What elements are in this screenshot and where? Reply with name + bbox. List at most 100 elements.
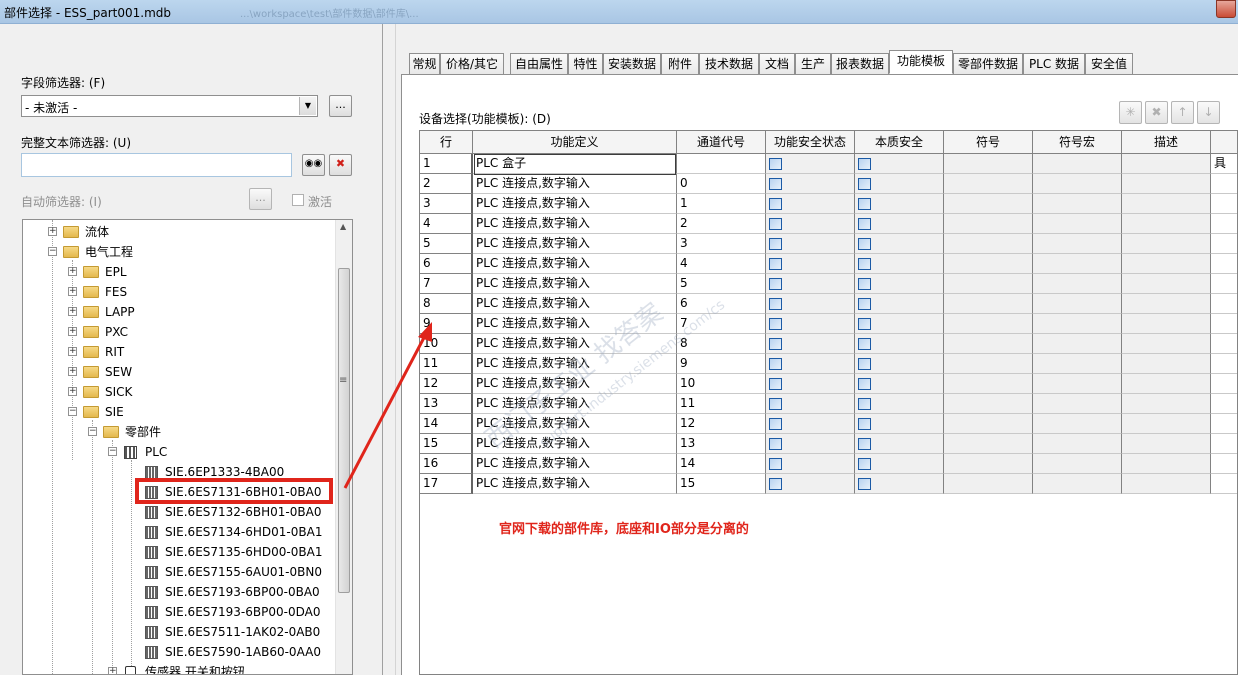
grid-row-header[interactable]: 9 <box>420 314 473 334</box>
grid-row-header[interactable]: 5 <box>420 234 473 254</box>
tab-accessories[interactable]: 附件 <box>661 53 699 74</box>
grid-header-cell[interactable]: 描述 <box>1122 131 1211 154</box>
grid-cell-function[interactable]: PLC 连接点,数字输入 <box>473 234 677 254</box>
grid-row-header[interactable]: 16 <box>420 454 473 474</box>
expand-icon[interactable]: + <box>68 387 77 396</box>
grid-cell-safety-state[interactable] <box>766 434 855 454</box>
grid-cell-intrinsic-safety[interactable] <box>855 454 944 474</box>
expand-icon[interactable]: + <box>108 667 117 674</box>
grid-cell-intrinsic-safety[interactable] <box>855 414 944 434</box>
safety-state-checkbox[interactable] <box>769 398 782 410</box>
grid-cell-symbol[interactable] <box>944 334 1033 354</box>
tree-item[interactable]: − 零部件 <box>23 422 333 442</box>
grid-cell-description[interactable] <box>1122 394 1211 414</box>
grid-cell-description[interactable] <box>1122 254 1211 274</box>
grid-cell-channel[interactable]: 9 <box>677 354 766 374</box>
grid-cell-description[interactable] <box>1122 474 1211 494</box>
grid-header-cell[interactable] <box>1211 131 1237 154</box>
intrinsic-safety-checkbox[interactable] <box>858 278 871 290</box>
grid-cell-intrinsic-safety[interactable] <box>855 434 944 454</box>
grid-cell-function[interactable]: PLC 连接点,数字输入 <box>473 174 677 194</box>
grid-cell-channel[interactable] <box>677 154 766 174</box>
grid-cell-extra[interactable] <box>1211 434 1237 454</box>
grid-cell-description[interactable] <box>1122 374 1211 394</box>
auto-filter-more-button[interactable]: ... <box>249 188 272 210</box>
intrinsic-safety-checkbox[interactable] <box>858 198 871 210</box>
grid-cell-function[interactable]: PLC 连接点,数字输入 <box>473 334 677 354</box>
grid-cell-safety-state[interactable] <box>766 194 855 214</box>
tab-report-data[interactable]: 报表数据 <box>831 53 889 74</box>
grid-cell-intrinsic-safety[interactable] <box>855 174 944 194</box>
tree-item[interactable]: + FES <box>23 282 333 302</box>
tree-item[interactable]: SIE.6ES7511-1AK02-0AB0 <box>23 622 333 642</box>
splitter[interactable] <box>382 24 396 675</box>
grid-cell-symbol[interactable] <box>944 434 1033 454</box>
intrinsic-safety-checkbox[interactable] <box>858 258 871 270</box>
grid-cell-channel[interactable]: 10 <box>677 374 766 394</box>
collapse-icon[interactable]: − <box>68 407 77 416</box>
tree-item[interactable]: + SICK <box>23 382 333 402</box>
grid-cell-description[interactable] <box>1122 314 1211 334</box>
grid-cell-safety-state[interactable] <box>766 374 855 394</box>
grid-cell-intrinsic-safety[interactable] <box>855 214 944 234</box>
intrinsic-safety-checkbox[interactable] <box>858 218 871 230</box>
grid-cell-extra[interactable] <box>1211 174 1237 194</box>
grid-cell-symbol[interactable] <box>944 374 1033 394</box>
expand-icon[interactable]: + <box>68 347 77 356</box>
intrinsic-safety-checkbox[interactable] <box>858 458 871 470</box>
grid-header-cell[interactable]: 符号 <box>944 131 1033 154</box>
grid-cell-symbol[interactable] <box>944 474 1033 494</box>
tree-item[interactable]: + SEW <box>23 362 333 382</box>
grid-header-cell[interactable]: 行 <box>420 131 473 154</box>
grid-cell-symbol-macro[interactable] <box>1033 454 1122 474</box>
grid-header-cell[interactable]: 本质安全 <box>855 131 944 154</box>
grid-cell-description[interactable] <box>1122 194 1211 214</box>
grid-cell-extra[interactable] <box>1211 314 1237 334</box>
clear-filter-icon[interactable]: ✖ <box>329 154 352 176</box>
grid-cell-channel[interactable]: 15 <box>677 474 766 494</box>
grid-row-header[interactable]: 10 <box>420 334 473 354</box>
grid-cell-safety-state[interactable] <box>766 154 855 174</box>
grid-cell-channel[interactable]: 13 <box>677 434 766 454</box>
grid-cell-symbol-macro[interactable] <box>1033 474 1122 494</box>
grid-cell-symbol[interactable] <box>944 154 1033 174</box>
grid-row-header[interactable]: 12 <box>420 374 473 394</box>
grid-cell-symbol[interactable] <box>944 414 1033 434</box>
grid-cell-safety-state[interactable] <box>766 214 855 234</box>
grid-cell-channel[interactable]: 0 <box>677 174 766 194</box>
grid-cell-function[interactable]: PLC 连接点,数字输入 <box>473 354 677 374</box>
binoculars-icon[interactable]: ◉◉ <box>302 154 325 176</box>
grid-cell-channel[interactable]: 1 <box>677 194 766 214</box>
grid-cell-safety-state[interactable] <box>766 254 855 274</box>
intrinsic-safety-checkbox[interactable] <box>858 338 871 350</box>
expand-icon[interactable]: + <box>68 367 77 376</box>
tree-item[interactable]: + 传感器 开关和按钮 <box>23 662 333 674</box>
grid-cell-channel[interactable]: 2 <box>677 214 766 234</box>
grid-cell-extra[interactable]: 具 <box>1211 154 1237 174</box>
grid-cell-description[interactable] <box>1122 154 1211 174</box>
grid-cell-safety-state[interactable] <box>766 454 855 474</box>
grid-cell-extra[interactable] <box>1211 294 1237 314</box>
grid-cell-function[interactable]: PLC 连接点,数字输入 <box>473 254 677 274</box>
intrinsic-safety-checkbox[interactable] <box>858 158 871 170</box>
safety-state-checkbox[interactable] <box>769 478 782 490</box>
expand-icon[interactable]: + <box>68 267 77 276</box>
grid-cell-channel[interactable]: 11 <box>677 394 766 414</box>
tree-item[interactable]: + 流体 <box>23 222 333 242</box>
tab-price[interactable]: 价格/其它 <box>440 53 504 74</box>
safety-state-checkbox[interactable] <box>769 458 782 470</box>
grid-cell-function[interactable]: PLC 连接点,数字输入 <box>473 214 677 234</box>
tab-plc-data[interactable]: PLC 数据 <box>1023 53 1085 74</box>
grid-cell-extra[interactable] <box>1211 354 1237 374</box>
grid-cell-intrinsic-safety[interactable] <box>855 474 944 494</box>
grid-header-cell[interactable]: 符号宏 <box>1033 131 1122 154</box>
grid-cell-symbol[interactable] <box>944 454 1033 474</box>
grid-cell-function[interactable]: PLC 连接点,数字输入 <box>473 454 677 474</box>
field-filter-more-button[interactable]: ... <box>329 95 352 117</box>
grid-cell-description[interactable] <box>1122 174 1211 194</box>
tree-item[interactable]: + EPL <box>23 262 333 282</box>
move-up-icon[interactable]: ↑ <box>1171 101 1194 124</box>
grid-cell-extra[interactable] <box>1211 214 1237 234</box>
tab-safety-values[interactable]: 安全值 <box>1085 53 1133 74</box>
grid-cell-description[interactable] <box>1122 414 1211 434</box>
